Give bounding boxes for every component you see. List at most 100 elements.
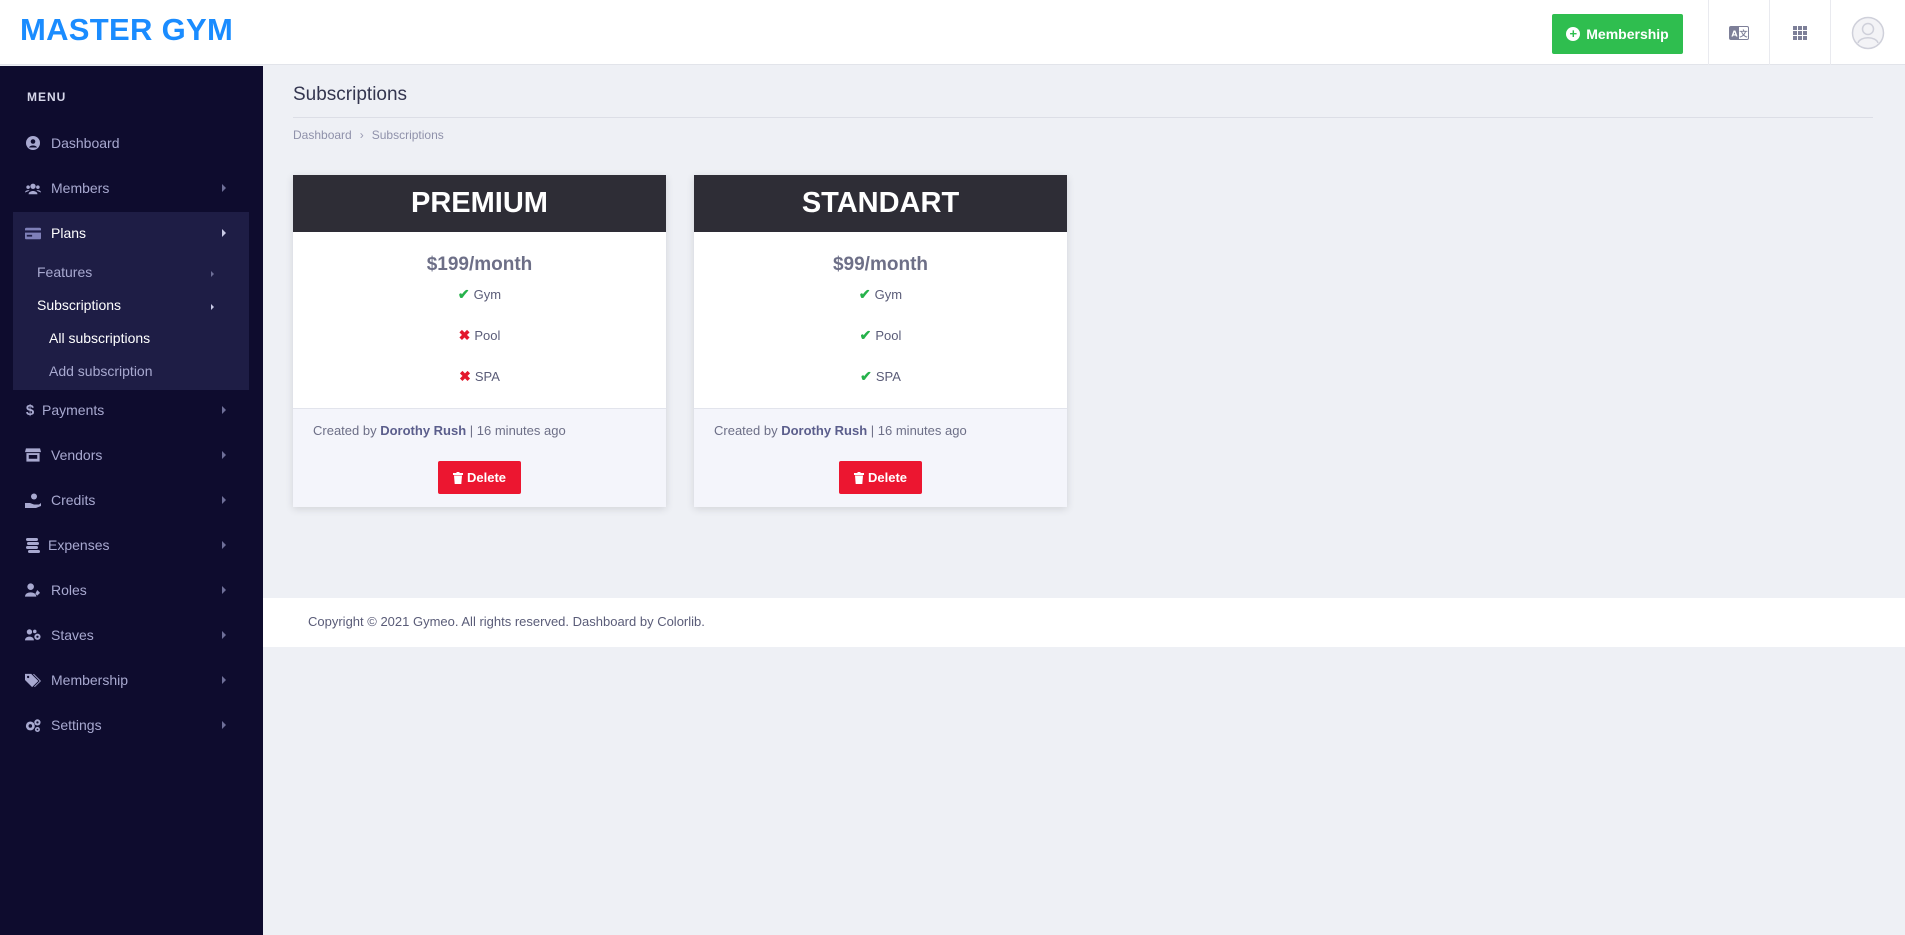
svg-text:A: A <box>1731 29 1738 38</box>
sidebar-subitem-features[interactable]: Features <box>37 264 92 280</box>
translate-icon: A 文 <box>1728 25 1749 40</box>
cross-icon: ✖ <box>458 327 471 343</box>
feature-item: ✔ Pool <box>694 327 1067 344</box>
check-icon: ✔ <box>457 286 470 302</box>
sidebar-item-label: Settings <box>51 717 102 733</box>
brand-logo[interactable]: MASTER GYM <box>20 12 233 48</box>
plan-name: PREMIUM <box>293 175 666 232</box>
sidebar-item-roles[interactable]: Roles <box>0 570 263 610</box>
sidebar-item-label: Payments <box>42 402 105 418</box>
translate-button[interactable]: A 文 <box>1708 0 1768 65</box>
plus-circle-icon: + <box>1566 27 1581 41</box>
delete-button[interactable]: Delete <box>839 461 922 494</box>
chevron-right-icon <box>222 184 226 192</box>
plan-price: $99/month <box>832 254 929 275</box>
sidebar-subitem-add-subscription[interactable]: Add subscription <box>49 363 153 379</box>
feature-label: Gym <box>473 287 502 302</box>
chevron-right-icon <box>222 586 226 594</box>
user-edit-icon <box>25 582 41 598</box>
trash-icon <box>853 471 864 484</box>
feature-item: ✔ Gym <box>293 286 666 303</box>
chevron-right-icon <box>222 676 226 684</box>
delete-label: Delete <box>867 470 908 485</box>
card-footer: Created by Dorothy Rush | 16 minutes ago… <box>293 408 666 507</box>
sidebar-item-label: Vendors <box>51 447 103 463</box>
gears-icon <box>25 717 41 733</box>
sidebar-item-staves[interactable]: Staves <box>0 615 263 655</box>
plan-card: STANDART $99/month ✔ Gym ✔ Pool ✔ SPA Cr… <box>694 175 1067 507</box>
sidebar-item-payments[interactable]: $ Payments <box>0 390 263 430</box>
breadcrumb: Dashboard › Subscriptions <box>293 128 444 142</box>
tags-icon <box>25 672 41 688</box>
author-name: Dorothy Rush <box>380 423 467 438</box>
page-footer: Copyright © 2021 Gymeo. All rights reser… <box>263 598 1905 647</box>
copyright-text: Copyright © 2021 Gymeo. All rights reser… <box>308 614 705 629</box>
store-icon <box>25 447 41 463</box>
coins-icon <box>25 537 41 553</box>
feature-label: Gym <box>874 287 903 302</box>
sidebar-item-label: Credits <box>51 492 96 508</box>
sidebar-item-label: Dashboard <box>51 135 120 151</box>
add-membership-label: Membership <box>1586 26 1669 42</box>
feature-item: ✖ SPA <box>293 368 666 385</box>
breadcrumb-dashboard[interactable]: Dashboard <box>293 128 352 142</box>
created-by-text: Created by Dorothy Rush | 16 minutes ago <box>313 423 566 438</box>
users-icon <box>25 180 41 196</box>
feature-item: ✔ SPA <box>694 368 1067 385</box>
sidebar: MENU Dashboard Members Plans Features Su… <box>0 66 263 935</box>
sidebar-item-membership[interactable]: Membership <box>0 660 263 700</box>
add-membership-button[interactable]: + Membership <box>1552 14 1683 54</box>
author-name: Dorothy Rush <box>781 423 868 438</box>
sidebar-item-label: Membership <box>51 672 129 688</box>
sidebar-item-expenses[interactable]: Expenses <box>0 525 263 565</box>
sidebar-item-label: Members <box>51 180 110 196</box>
created-time: | 16 minutes ago <box>469 423 566 438</box>
dollar-icon: $ <box>25 401 35 419</box>
sidebar-item-dashboard[interactable]: Dashboard <box>0 123 263 163</box>
chevron-right-icon <box>222 631 226 639</box>
apps-grid-icon <box>1792 25 1807 40</box>
chevron-right-icon <box>211 271 214 277</box>
chevron-right-icon <box>211 304 214 310</box>
sidebar-item-vendors[interactable]: Vendors <box>0 435 263 475</box>
created-by-text: Created by Dorothy Rush | 16 minutes ago <box>714 423 967 438</box>
trash-icon <box>452 471 463 484</box>
feature-label: SPA <box>474 369 500 384</box>
check-icon: ✔ <box>858 286 871 302</box>
chevron-right-icon <box>222 496 226 504</box>
sidebar-item-label: Roles <box>51 582 87 598</box>
created-prefix: Created by <box>313 423 377 438</box>
svg-text:文: 文 <box>1739 28 1748 38</box>
chevron-right-icon <box>222 406 226 414</box>
check-icon: ✔ <box>860 368 872 384</box>
feature-label: Pool <box>875 328 902 343</box>
apps-button[interactable] <box>1769 0 1829 65</box>
chevron-right-icon <box>222 721 226 729</box>
user-circle-icon <box>25 135 41 151</box>
sidebar-item-label: Expenses <box>48 537 110 553</box>
users-gear-icon <box>25 627 41 643</box>
delete-label: Delete <box>466 470 507 485</box>
delete-button[interactable]: Delete <box>438 461 521 494</box>
created-time: | 16 minutes ago <box>870 423 967 438</box>
feature-label: SPA <box>875 369 901 384</box>
sidebar-item-plans[interactable]: Plans <box>0 213 263 253</box>
chevron-right-icon: › <box>359 128 364 142</box>
created-prefix: Created by <box>714 423 778 438</box>
sidebar-item-credits[interactable]: Credits <box>0 480 263 520</box>
menu-title: MENU <box>27 90 67 104</box>
hand-coin-icon <box>25 492 41 508</box>
sidebar-item-settings[interactable]: Settings <box>0 705 263 745</box>
sidebar-item-members[interactable]: Members <box>0 168 263 208</box>
sidebar-subitem-subscriptions[interactable]: Subscriptions <box>37 297 121 313</box>
title-divider <box>293 117 1873 118</box>
feature-item: ✖ Pool <box>293 327 666 344</box>
sidebar-item-label: Plans <box>51 225 87 241</box>
chevron-right-icon <box>222 541 226 549</box>
feature-item: ✔ Gym <box>694 286 1067 303</box>
sidebar-subitem-all-subscriptions[interactable]: All subscriptions <box>49 330 150 346</box>
feature-label: Pool <box>474 328 501 343</box>
plan-card: PREMIUM $199/month ✔ Gym ✖ Pool ✖ SPA Cr… <box>293 175 666 507</box>
sidebar-item-label: Staves <box>51 627 94 643</box>
user-menu-button[interactable] <box>1830 0 1905 65</box>
